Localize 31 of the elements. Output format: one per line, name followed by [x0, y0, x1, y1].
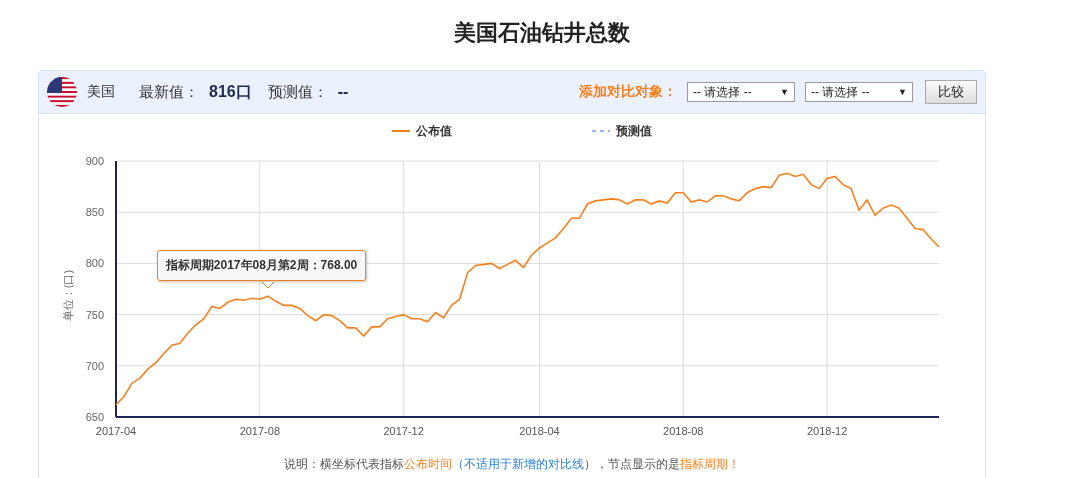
compare-button[interactable]: 比较 — [925, 80, 977, 104]
compare-label: 添加对比对象： — [579, 83, 677, 101]
x-tick-label: 2017-04 — [95, 425, 137, 437]
y-tick-label: 900 — [85, 155, 104, 167]
latest-label: 最新值： — [139, 82, 199, 102]
x-tick-label: 2017-08 — [239, 425, 280, 437]
forecast-value: -- — [337, 83, 349, 101]
y-tick-label: 700 — [85, 359, 104, 372]
flag-icon — [47, 77, 77, 107]
compare-select[interactable]: -- 请选择 -- ▼ — [687, 82, 795, 102]
y-tick-label: 750 — [85, 308, 104, 321]
chart-note: 说明：横坐标代表指标公布时间（不适用于新增的对比线），节点显示的是指标周期！ — [283, 456, 741, 473]
y-tick-label: 850 — [85, 206, 104, 219]
caret-icon: ▼ — [898, 87, 907, 97]
compare-select[interactable]: -- 请选择 -- ▼ — [805, 82, 913, 102]
page-title: 美国石油钻井总数 — [453, 19, 630, 47]
forecast-label: 预测值： — [267, 82, 328, 102]
x-tick-label: 2017-12 — [383, 425, 424, 437]
latest-value: 816口 — [209, 81, 252, 102]
y-tick-label: 800 — [85, 257, 104, 270]
x-tick-label: 2018-12 — [806, 425, 848, 437]
legend-label[interactable]: 预测值 — [616, 122, 652, 140]
x-tick-label: 2018-04 — [519, 425, 560, 437]
tooltip-pointer-icon — [261, 282, 274, 290]
data-tooltip: 指标周期2017年08月第2周：768.00 — [156, 250, 367, 282]
legend-label[interactable]: 公布值 — [416, 122, 452, 140]
x-tick-label: 2018-08 — [663, 425, 704, 437]
country-label: 美国 — [87, 83, 115, 101]
y-tick-label: 650 — [85, 411, 104, 423]
caret-icon: ▼ — [780, 87, 789, 97]
y-axis-label: 单位：(口) — [61, 269, 76, 322]
